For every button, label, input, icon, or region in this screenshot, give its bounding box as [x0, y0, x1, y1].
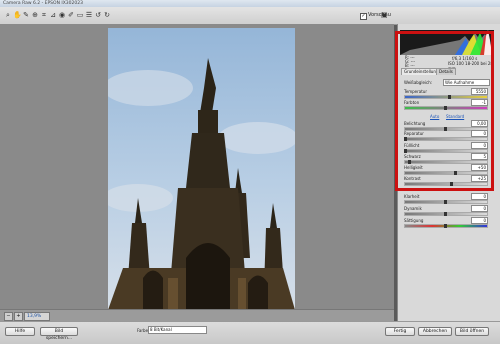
toolbar: ⌕ ✋ ✎ ⊕ ⌗ ⊿ ◉ ✐ ▭ ☰ ↺ ↻ ✓ Vorschau ▣	[0, 7, 500, 25]
window-title: Camera Raw 6.2 - EPSON IX302023	[3, 1, 83, 6]
rotate-ccw-icon[interactable]: ↺	[94, 11, 102, 19]
done-button[interactable]: Fertig	[385, 327, 415, 336]
prefs-icon[interactable]: ☰	[85, 11, 93, 19]
clarity-label: Klarheit	[404, 194, 420, 199]
save-image-button[interactable]: Bild speichern...	[40, 327, 78, 341]
help-button[interactable]: Hilfe	[5, 327, 35, 336]
redeye-icon[interactable]: ◉	[58, 11, 66, 19]
gradient-icon[interactable]: ▭	[76, 11, 84, 19]
saturation-thumb[interactable]	[444, 224, 447, 228]
saturation-label: Sättigung	[404, 218, 424, 223]
color-depth-select[interactable]: 8 Bit/Kanal	[148, 326, 207, 334]
vibrance-label: Dynamik	[404, 206, 422, 211]
eyedropper-icon[interactable]: ✎	[22, 11, 30, 19]
fullscreen-icon[interactable]: ▣	[381, 11, 390, 19]
target-icon[interactable]: ⊕	[31, 11, 39, 19]
straighten-icon[interactable]: ⊿	[49, 11, 57, 19]
zoom-value[interactable]: 13,9%	[24, 312, 50, 321]
vibrance-value[interactable]: 0	[471, 205, 488, 212]
saturation-value[interactable]: 0	[471, 217, 488, 224]
vibrance-thumb[interactable]	[444, 212, 447, 216]
brush-icon[interactable]: ✐	[67, 11, 75, 19]
clarity-thumb[interactable]	[444, 200, 447, 204]
photo-preview[interactable]	[108, 28, 295, 310]
bottom-bar: Hilfe Bild speichern... Farbe: Fertig Ab…	[0, 321, 500, 344]
zoom-in-button[interactable]: +	[14, 312, 23, 321]
crop-icon[interactable]: ⌗	[40, 11, 48, 19]
rotate-cw-icon[interactable]: ↻	[103, 11, 111, 19]
zoom-out-button[interactable]: −	[4, 312, 13, 321]
title-bar: Camera Raw 6.2 - EPSON IX302023	[0, 0, 500, 7]
zoom-icon[interactable]: ⌕	[4, 11, 12, 19]
open-image-button[interactable]: Bild öffnen	[455, 327, 489, 336]
annotation-highlight	[395, 31, 494, 191]
hand-icon[interactable]: ✋	[13, 11, 22, 19]
cancel-button[interactable]: Abbrechen	[418, 327, 452, 336]
preview-checkbox[interactable]: ✓	[360, 13, 367, 20]
monument-photo	[108, 58, 295, 310]
clarity-value[interactable]: 0	[471, 193, 488, 200]
